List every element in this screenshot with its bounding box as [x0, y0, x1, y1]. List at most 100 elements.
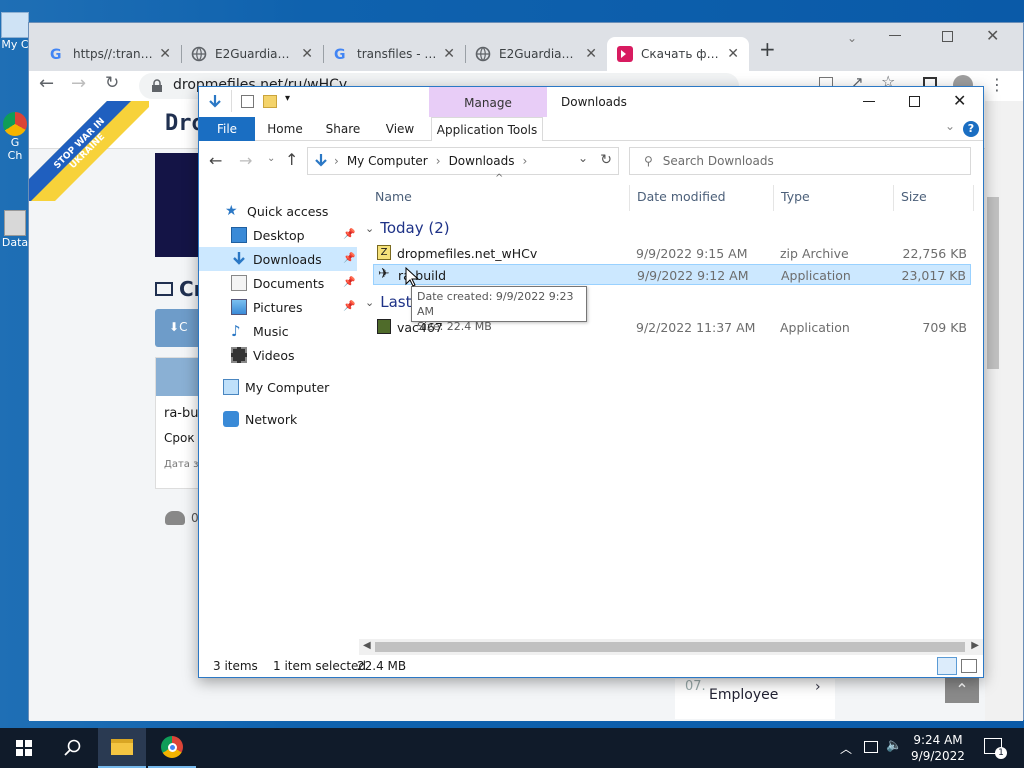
page-scrollbar-thumb[interactable] [987, 197, 999, 369]
start-button[interactable] [0, 728, 48, 768]
desktop-icon-google-chrome[interactable]: G Ch [0, 112, 30, 188]
desktop-icon-data[interactable]: Data [0, 210, 30, 270]
close-tab-icon[interactable]: ✕ [301, 46, 313, 62]
expand-ribbon-chevron-icon[interactable]: ⌄ [945, 119, 955, 133]
reload-icon[interactable]: ↻ [105, 73, 119, 93]
nav-downloads[interactable]: Downloads 📌 [199, 247, 357, 271]
column-divider[interactable] [973, 185, 974, 211]
tab-home[interactable]: Home [261, 117, 309, 141]
qat-dropdown-icon[interactable]: ▾ [285, 93, 290, 104]
tab-application-tools[interactable]: Application Tools [431, 117, 543, 141]
recent-locations-chevron-icon[interactable]: ⌄ [267, 153, 275, 164]
horizontal-scrollbar[interactable]: ◀ ▶ [359, 639, 983, 655]
maximize-icon[interactable] [942, 31, 953, 42]
forward-arrow-icon[interactable]: → [239, 151, 252, 170]
menu-kebab-icon[interactable]: ⋮ [989, 75, 1005, 94]
back-arrow-icon[interactable]: ← [209, 151, 222, 170]
related-number: 07. [685, 679, 706, 694]
properties-checkbox-icon[interactable] [241, 95, 254, 108]
nav-my-computer[interactable]: My Computer [199, 375, 357, 399]
tab-view[interactable]: View [377, 117, 423, 141]
taskbar-file-explorer[interactable] [98, 728, 146, 768]
file-row-selected[interactable]: ✈ ra-build 9/9/2022 9:12 AM Application … [373, 264, 971, 285]
column-date-modified[interactable]: Date modified [637, 181, 726, 213]
tab-3[interactable]: G transfiles - Go ✕ [323, 37, 465, 71]
related-item[interactable]: 07. Employee › [675, 679, 835, 719]
nav-network[interactable]: Network [199, 407, 357, 431]
new-folder-icon[interactable] [263, 95, 277, 108]
explorer-close-icon[interactable]: ✕ [953, 91, 966, 110]
scroll-to-top-button[interactable]: ⌃ [945, 677, 979, 703]
show-hidden-icons-chevron-icon[interactable]: ︿ [840, 740, 852, 757]
details-view-icon[interactable] [937, 657, 957, 675]
group-header-last[interactable]: ⌄ Last [365, 293, 411, 311]
nav-documents[interactable]: Documents 📌 [199, 271, 357, 295]
column-divider[interactable] [893, 185, 894, 211]
nav-videos[interactable]: Videos [199, 343, 357, 367]
scroll-left-arrow-icon[interactable]: ◀ [363, 640, 371, 651]
column-divider[interactable] [629, 185, 630, 211]
clock[interactable]: 9:24 AM 9/9/2022 [908, 732, 968, 764]
close-tab-icon[interactable]: ✕ [585, 46, 597, 62]
help-icon[interactable]: ? [963, 121, 979, 137]
volume-icon[interactable]: 🔈 [886, 738, 902, 753]
breadcrumb-my-computer[interactable]: My Computer [347, 154, 428, 168]
sort-ascending-icon: ^ [495, 173, 504, 184]
desktop-icon-my-computer[interactable]: My C [0, 12, 30, 74]
scroll-right-arrow-icon[interactable]: ▶ [971, 640, 979, 651]
column-name[interactable]: Name [375, 181, 412, 213]
network-status-icon[interactable] [864, 741, 878, 753]
page-scrollbar[interactable] [985, 101, 1023, 721]
column-size[interactable]: Size [901, 181, 927, 213]
nav-label: Documents [253, 275, 325, 291]
explorer-maximize-icon[interactable] [909, 96, 920, 107]
group-header-today[interactable]: ⌄ Today (2) [365, 219, 450, 237]
address-dropdown-icon[interactable]: ⌄ [578, 151, 588, 165]
search-input[interactable]: ⚲ Search Downloads [629, 147, 971, 175]
pin-icon[interactable]: 📌 [343, 229, 355, 241]
address-bar[interactable]: › My Computer › Downloads › ⌄ ↻ [307, 147, 619, 175]
column-divider[interactable] [773, 185, 774, 211]
tab-file[interactable]: File [199, 117, 255, 141]
close-tab-icon[interactable]: ✕ [159, 46, 171, 62]
close-tab-icon[interactable]: ✕ [727, 46, 739, 62]
status-item-count: 3 items [213, 659, 258, 673]
file-row[interactable]: Z dropmefiles.net_wHCv 9/9/2022 9:15 AM … [373, 243, 971, 264]
close-window-icon[interactable]: ✕ [986, 26, 999, 45]
download-button[interactable]: ⬇C [155, 309, 203, 347]
large-icons-view-icon[interactable] [961, 659, 977, 673]
nav-pictures[interactable]: Pictures 📌 [199, 295, 357, 319]
nav-quick-access[interactable]: ★ Quick access [199, 199, 357, 223]
notifications-icon[interactable]: 1 [984, 738, 1007, 759]
breadcrumb-separator-icon: › [522, 154, 528, 168]
search-button[interactable] [48, 728, 96, 768]
minimize-icon[interactable] [889, 35, 901, 36]
explorer-minimize-icon[interactable] [863, 101, 875, 102]
column-type[interactable]: Type [781, 181, 810, 213]
back-arrow-icon[interactable]: ← [39, 73, 54, 94]
quick-access-download-icon[interactable] [207, 94, 223, 110]
taskbar-chrome[interactable] [148, 728, 196, 768]
nav-label: Downloads [253, 251, 322, 267]
hero-image [155, 153, 201, 257]
refresh-icon[interactable]: ↻ [600, 152, 612, 168]
nav-desktop[interactable]: Desktop 📌 [199, 223, 357, 247]
scrollbar-thumb[interactable] [375, 642, 965, 652]
nav-music[interactable]: ♪ Music [199, 319, 357, 343]
chevron-right-icon: › [815, 679, 821, 695]
pin-icon[interactable]: 📌 [343, 277, 355, 289]
breadcrumb-downloads[interactable]: Downloads [449, 154, 515, 168]
pin-icon[interactable]: 📌 [343, 253, 355, 265]
tab-2[interactable]: E2Guardian - A ✕ [181, 37, 323, 71]
close-tab-icon[interactable]: ✕ [443, 46, 455, 62]
new-tab-button[interactable]: + [759, 37, 776, 61]
tab-1[interactable]: G https//:transfil ✕ [39, 37, 181, 71]
tab-4[interactable]: E2Guardian - A ✕ [465, 37, 607, 71]
tab-share[interactable]: Share [319, 117, 367, 141]
tab-5-active[interactable]: Скачать файл ✕ [607, 37, 749, 71]
forward-arrow-icon[interactable]: → [71, 73, 86, 94]
up-arrow-icon[interactable]: ↑ [285, 150, 298, 169]
pin-icon[interactable]: 📌 [343, 301, 355, 313]
tab-search-chevron-icon[interactable]: ⌄ [847, 31, 857, 45]
download-arrow-icon [233, 252, 245, 265]
